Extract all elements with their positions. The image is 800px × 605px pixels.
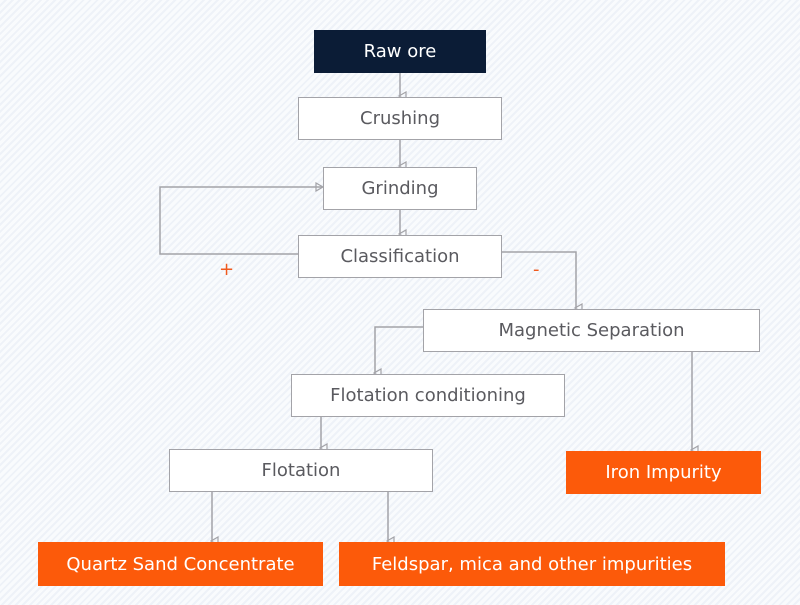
node-flotation-conditioning: Flotation conditioning [291,374,565,417]
node-label: Grinding [361,178,439,199]
node-classification: Classification [298,235,502,278]
node-label: Flotation [261,460,341,481]
node-grinding: Grinding [323,167,477,210]
node-label: Feldspar, mica and other impurities [371,553,693,575]
node-label: Magnetic Separation [498,320,685,341]
node-label: Raw ore [363,41,437,62]
oversize-label: + [219,259,235,280]
node-label: Flotation conditioning [330,385,526,406]
flowchart: Raw ore Crushing Grinding Classification… [0,0,800,605]
node-label: Crushing [360,108,440,129]
node-flotation: Flotation [169,449,433,492]
node-label: Iron Impurity [605,462,722,483]
node-crushing: Crushing [298,97,502,140]
connectors [159,73,800,605]
undersize-label: - [533,259,540,280]
edge-magnetic-flotation-conditioning [375,326,423,373]
node-quartz-sand-concentrate: Quartz Sand Concentrate [38,542,323,586]
node-iron-impurity: Iron Impurity [566,451,761,494]
node-magnetic-separation: Magnetic Separation [423,309,760,352]
node-label: Quartz Sand Concentrate [66,553,295,575]
node-raw-ore: Raw ore [314,30,486,73]
node-feldspar-mica-impurities: Feldspar, mica and other impurities [339,542,725,586]
node-label: Classification [340,246,460,267]
